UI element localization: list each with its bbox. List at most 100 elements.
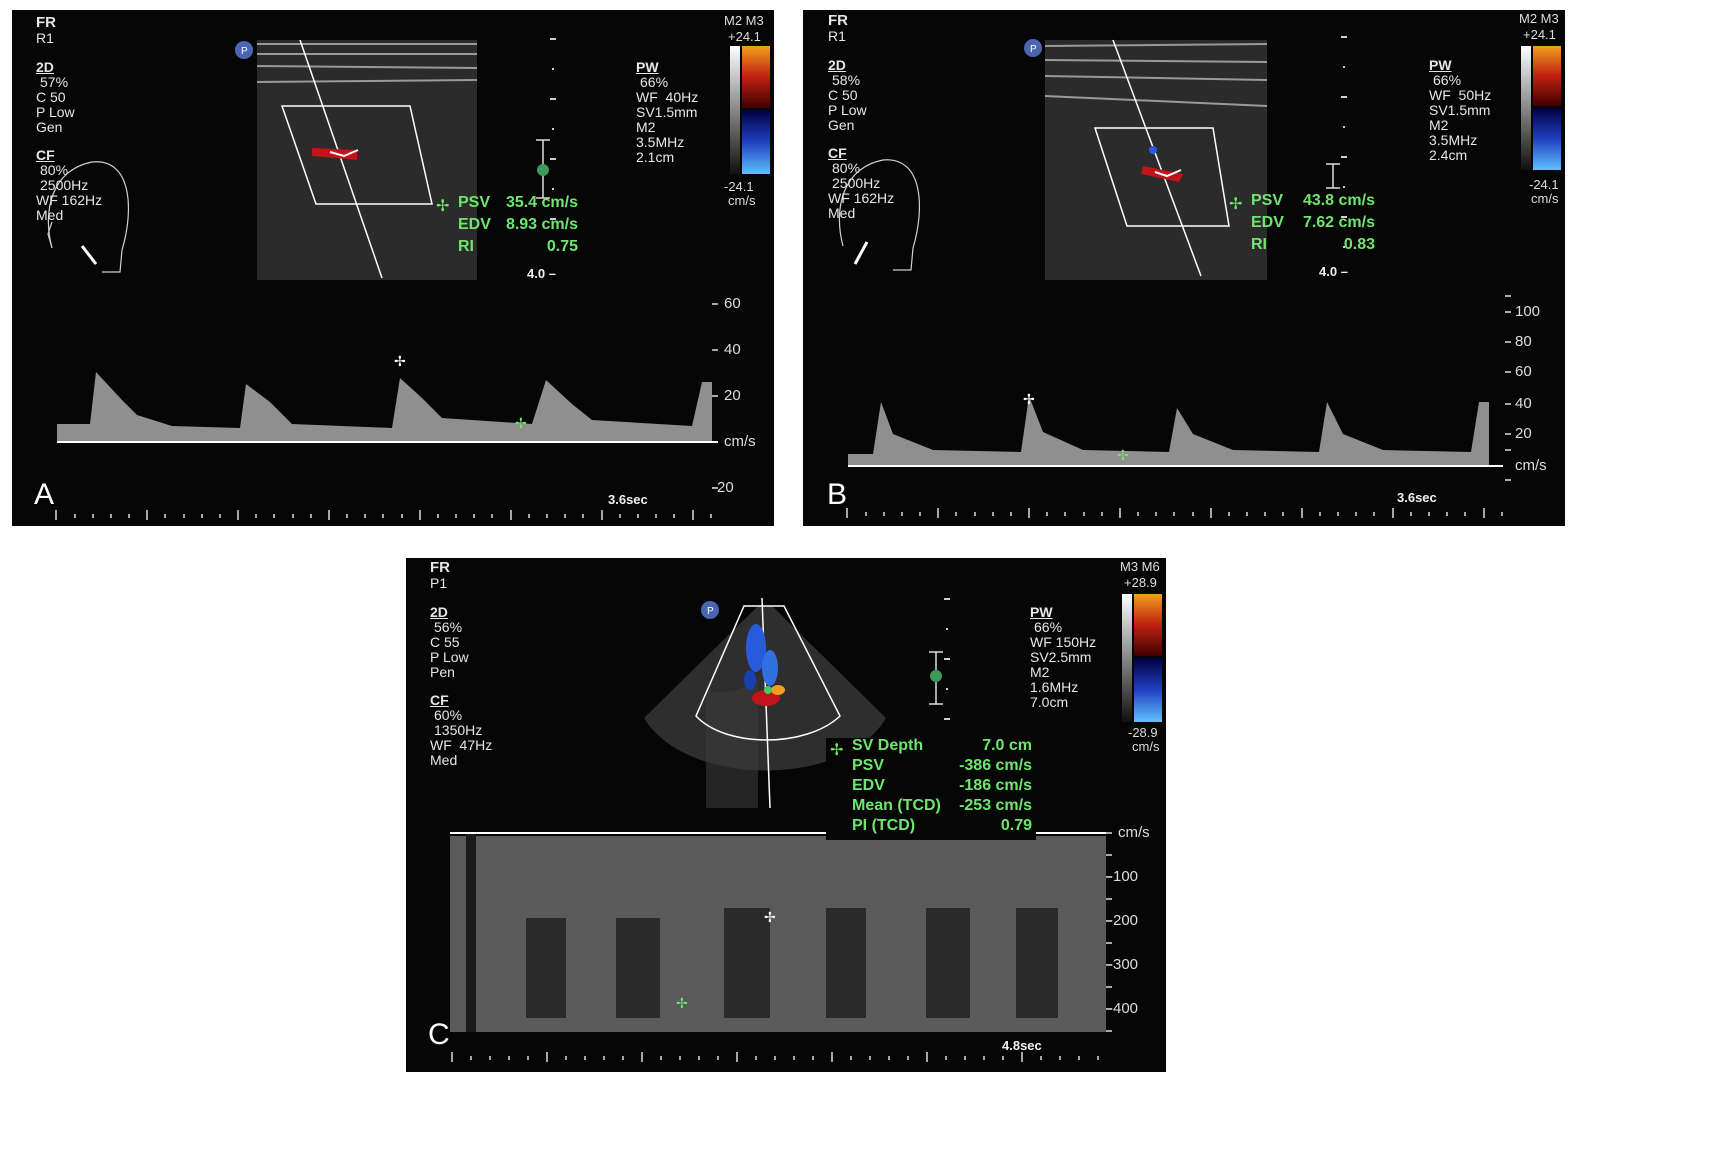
panel-c-colorbar-top: +28.9 <box>1124 575 1157 590</box>
measurement-value: 35.4 cm/s <box>505 194 578 211</box>
panel-c-cf-prf: 1350Hz <box>434 722 483 738</box>
panel-a-depth-mark: 4.0 – <box>527 266 556 281</box>
panel-a: P ✢ ✢ FR R1 2D 57% C 50 P Low Gen CF 80%… <box>12 10 774 526</box>
colorbar-negative <box>1533 108 1561 170</box>
panel-b-2d-gain: 58% <box>832 72 861 88</box>
measurement-key: RI <box>1251 236 1267 253</box>
panel-b-cf-mode: Med <box>828 205 856 221</box>
measurement-value: 7.0 cm <box>982 737 1032 754</box>
panel-c: P ✢ ✢ FR P1 2D 56% C 55 P Low Pen CF 60%… <box>406 558 1166 1072</box>
panel-c-cf-gain: 60% <box>434 707 463 723</box>
panel-b-colorbar-bottom: -24.1 <box>1529 177 1559 192</box>
panel-c-letter: C <box>428 1018 450 1051</box>
panel-b-letter: B <box>827 478 848 511</box>
panel-a-colorbar-unit: cm/s <box>728 193 756 208</box>
panel-a-pw-wf: WF 40Hz <box>636 89 699 105</box>
panel-b-pw-freq: 3.5MHz <box>1429 132 1478 148</box>
scale-tick: -200 <box>1108 912 1139 929</box>
measurement-row: RI 0.75 <box>458 236 578 258</box>
psv-cursor-icon: ✢ <box>394 354 406 370</box>
panel-a-header: FR <box>36 14 56 31</box>
panel-b-sweep-time: 3.6sec <box>1397 490 1437 505</box>
probe-icon <box>853 241 869 265</box>
measurement-key: PSV <box>458 194 491 211</box>
scale-tick-unit: cm/s <box>1118 824 1150 841</box>
colorbar-negative <box>742 110 770 174</box>
panel-b-depth-mark: 4.0 – <box>1319 264 1348 279</box>
panel-b-cf-title: CF <box>828 145 847 161</box>
panel-a-pw-title: PW <box>636 59 659 75</box>
panel-b-colorbar-label: M2 M3 <box>1519 11 1559 26</box>
measurement-value: 0.83 <box>1343 236 1375 253</box>
panel-c-2d-c: C 55 <box>430 634 460 650</box>
colorbar-gray <box>1122 594 1132 722</box>
panel-c-header: FR <box>430 559 450 576</box>
edv-cursor-icon: ✢ <box>515 416 527 432</box>
measurement-row: PSV -386 cm/s <box>852 756 1032 776</box>
measurement-key: Mean (TCD) <box>852 797 941 814</box>
panel-b-header: FR <box>828 12 848 29</box>
measurement-row: RI 0.83 <box>1251 234 1375 256</box>
measurement-value: 0.79 <box>1000 817 1032 834</box>
panel-a-pw-gain: 66% <box>640 74 669 90</box>
svg-text:P: P <box>1030 44 1037 55</box>
panel-b-cf-gain: 80% <box>832 160 861 176</box>
probe-icon <box>80 245 98 265</box>
panel-b-colorbar-top: +24.1 <box>1523 27 1556 42</box>
measurement-row: PSV 35.4 cm/s <box>458 192 578 214</box>
panel-c-pw-title: PW <box>1030 604 1053 620</box>
panel-c-measure-cursor-icon: ✢ <box>830 742 844 759</box>
bmode-image <box>257 40 477 280</box>
measurement-value: 43.8 cm/s <box>1302 192 1375 209</box>
psv-cursor-icon: ✢ <box>764 910 776 926</box>
panel-a-colorbar-label: M2 M3 <box>724 13 764 28</box>
panel-a-2d-gain: 57% <box>40 74 69 90</box>
colorbar-negative <box>1134 658 1162 722</box>
panel-a-colorbar-bottom: -24.1 <box>724 179 754 194</box>
panel-a-letter: A <box>34 478 55 511</box>
scale-tick: 40 <box>724 341 741 358</box>
panel-c-pw-freq: 1.6MHz <box>1030 679 1079 695</box>
time-axis <box>846 508 1503 518</box>
panel-c-2d-preset: Pen <box>430 664 455 680</box>
panel-a-2d-preset: Gen <box>36 119 63 135</box>
panel-b: P ✢ ✢ FR R1 2D 58% C 50 P Low Gen CF 80%… <box>803 10 1565 526</box>
panel-a-pw-depth: 2.1cm <box>636 149 675 165</box>
measurement-value: -386 cm/s <box>959 757 1032 774</box>
panel-b-cf-prf: 2500Hz <box>832 175 881 191</box>
measurement-key: EDV <box>852 777 885 794</box>
panel-a-cf-prf: 2500Hz <box>40 177 89 193</box>
panel-c-measurements: SV Depth 7.0 cm PSV -386 cm/s EDV -186 cm/s… <box>852 736 1032 836</box>
panel-c-colorbar-label: M3 M6 <box>1120 559 1160 574</box>
panel-a-2d-title: 2D <box>36 59 54 75</box>
scale-tick-unit: cm/s <box>1515 457 1547 474</box>
time-axis <box>451 1052 1099 1062</box>
panel-a-mode: R1 <box>36 30 54 46</box>
panel-a-2d-power: P Low <box>36 104 75 120</box>
spectral-doppler-trace <box>57 372 718 443</box>
psv-cursor-icon: ✢ <box>1023 392 1035 408</box>
colorbar-gray <box>730 46 740 174</box>
scale-tick: 20 <box>1515 425 1532 442</box>
measurement-row: EDV 8.93 cm/s <box>458 214 578 236</box>
panel-b-mode: R1 <box>828 28 846 44</box>
panel-a-colorbar-top: +24.1 <box>728 29 761 44</box>
panel-a-cf-gain: 80% <box>40 162 69 178</box>
panel-b-2d-power: P Low <box>828 102 867 118</box>
panel-a-sweep-time: 3.6sec <box>608 492 648 507</box>
panel-b-colorbar-unit: cm/s <box>1531 191 1559 206</box>
panel-c-2d-title: 2D <box>430 604 448 620</box>
measurement-value: 7.62 cm/s <box>1302 214 1375 231</box>
colorbar-positive <box>1533 46 1561 106</box>
panel-c-cf-title: CF <box>430 692 449 708</box>
panel-c-colorbar-bottom: -28.9 <box>1128 725 1158 740</box>
scale-tick: 60 <box>1515 363 1532 380</box>
colorbar-gray <box>1521 46 1531 170</box>
gate-dot <box>537 164 549 176</box>
panel-c-mode: P1 <box>430 575 448 591</box>
measurement-row: EDV -186 cm/s <box>852 776 1032 796</box>
measurement-key: PSV <box>852 757 885 774</box>
panel-b-measurements: PSV 43.8 cm/s EDV 7.62 cm/s RI 0.83 <box>1251 190 1375 256</box>
panel-c-pw-m: M2 <box>1030 664 1050 680</box>
panel-c-pw-sv: SV2.5mm <box>1030 649 1092 665</box>
